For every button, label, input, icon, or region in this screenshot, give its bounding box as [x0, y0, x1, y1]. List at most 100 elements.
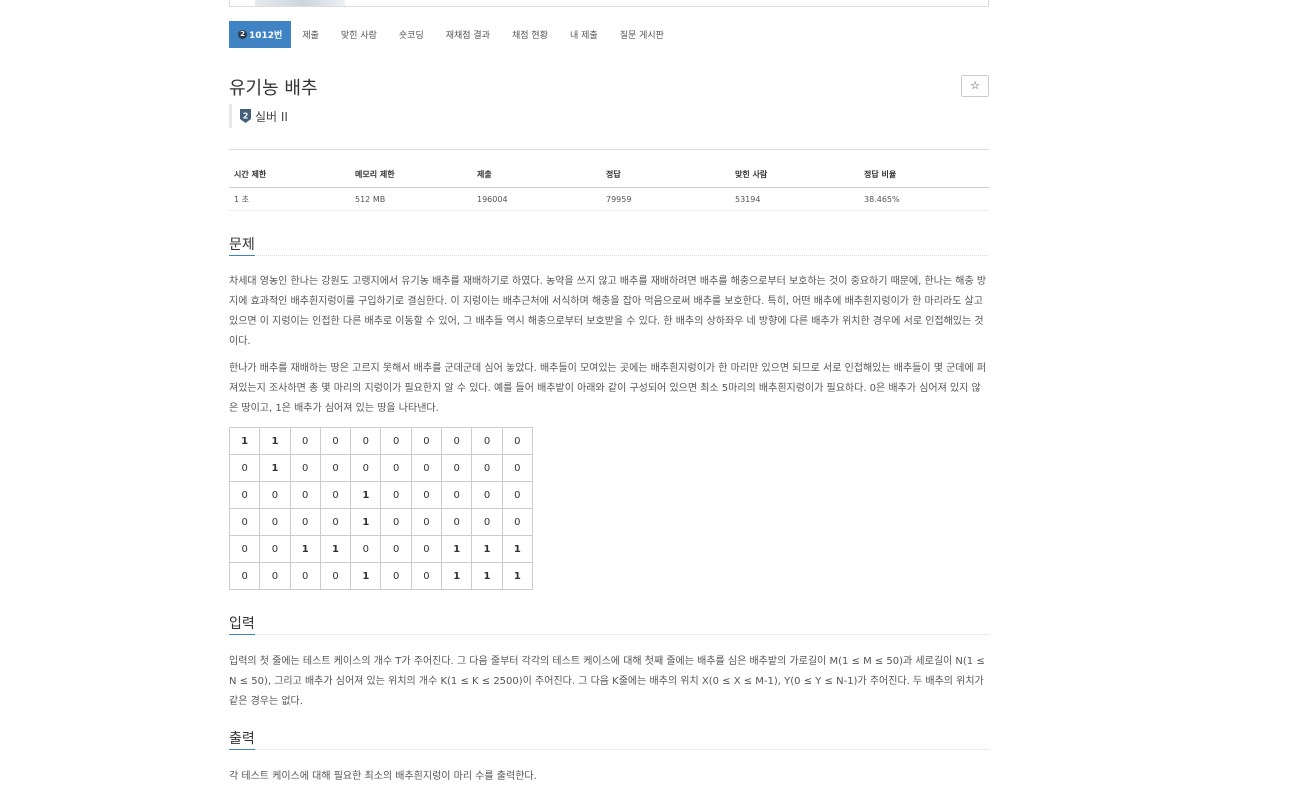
grid-cell: 0 [410, 427, 443, 455]
tier-label: 실버 II [255, 109, 288, 124]
problem-description-para1: 차세대 영농인 한나는 강원도 고랭지에서 유기농 배추를 재배하기로 하였다.… [229, 276, 987, 347]
problem-tier: 2 실버 II [229, 104, 288, 128]
grid-cell: 0 [228, 481, 261, 509]
grid-cell: 1 [259, 454, 291, 482]
info-value-solved-users: 53194 [730, 187, 859, 211]
grid-cell: 1 [350, 562, 382, 590]
grid-cell: 1 [471, 562, 503, 590]
info-value-row: 1 초 512 MB 196004 79959 53194 38.465% [229, 187, 989, 211]
grid-cell: 0 [319, 481, 352, 509]
nav-tab-submit[interactable]: 제출 [291, 21, 330, 48]
nav-tab-short-coding[interactable]: 숏코딩 [388, 21, 435, 48]
grid-cell: 0 [471, 508, 503, 536]
section-input-title: 입력 [229, 611, 255, 635]
grid-cell: 0 [501, 427, 533, 455]
grid-cell: 0 [380, 562, 412, 590]
section-problem-heading: 문제 [229, 232, 989, 256]
grid-row: 0011000111 [228, 535, 533, 563]
cabbage-field-grid: 1100000000010000000000001000000000100000… [228, 427, 533, 590]
nav-tab-rejudge-results[interactable]: 재채점 결과 [435, 21, 501, 48]
problem-description-para2: 한나가 배추를 재배하는 땅은 고르지 못해서 배추를 군데군데 심어 놓았다.… [229, 363, 987, 414]
info-value-accept-ratio: 38.465% [859, 187, 989, 211]
grid-cell: 0 [289, 562, 321, 590]
grid-cell: 0 [259, 535, 291, 563]
top-header-bar [229, 0, 989, 7]
grid-cell: 0 [289, 481, 321, 509]
nav-tab-problem-label: 1012번 [249, 31, 283, 41]
silver-tier-icon: 2 [240, 109, 251, 123]
grid-cell: 0 [259, 508, 291, 536]
grid-cell: 1 [319, 535, 352, 563]
grid-cell: 1 [228, 427, 261, 455]
grid-cell: 1 [350, 508, 382, 536]
grid-cell: 0 [350, 535, 382, 563]
grid-cell: 1 [289, 535, 321, 563]
nav-tab-solved-users[interactable]: 맞힌 사람 [330, 21, 388, 48]
grid-cell: 0 [380, 427, 412, 455]
problem-title: 유기농 배추 [229, 78, 318, 99]
section-output-heading: 출력 [229, 726, 989, 750]
grid-cell: 0 [441, 481, 473, 509]
grid-cell: 0 [350, 427, 382, 455]
grid-row: 1100000000 [228, 427, 533, 455]
info-value-accepted: 79959 [601, 187, 730, 211]
info-header-solved-users: 맞힌 사람 [730, 149, 859, 188]
info-header-accepted: 정답 [601, 149, 730, 188]
grid-cell: 1 [350, 481, 382, 509]
grid-cell: 1 [501, 562, 533, 590]
grid-cell: 0 [289, 427, 321, 455]
grid-cell: 1 [441, 535, 473, 563]
grid-row: 0000100111 [228, 562, 533, 590]
grid-cell: 0 [319, 454, 352, 482]
info-value-time-limit: 1 초 [229, 187, 350, 211]
grid-cell: 0 [441, 427, 473, 455]
favorite-star-button[interactable]: ☆ [961, 75, 989, 97]
grid-cell: 0 [289, 508, 321, 536]
grid-cell: 0 [228, 508, 261, 536]
problem-info-table: 시간 제한 메모리 제한 제출 정답 맞힌 사람 정답 비율 1 초 512 M… [229, 149, 989, 211]
grid-cell: 0 [380, 454, 412, 482]
section-output-title: 출력 [229, 726, 255, 750]
section-problem-title: 문제 [229, 232, 255, 256]
tier-icon-number: 2 [243, 112, 249, 121]
info-header-row: 시간 제한 메모리 제한 제출 정답 맞힌 사람 정답 비율 [229, 149, 989, 188]
grid-cell: 0 [319, 562, 352, 590]
grid-cell: 1 [501, 535, 533, 563]
problem-nav: 2 1012번 제출 맞힌 사람 숏코딩 재채점 결과 채점 현황 내 제출 질… [229, 21, 675, 48]
grid-cell: 0 [471, 481, 503, 509]
grid-cell: 1 [259, 427, 291, 455]
info-value-memory-limit: 512 MB [350, 187, 472, 211]
grid-cell: 0 [259, 481, 291, 509]
grid-row: 0000100000 [228, 481, 533, 509]
tier-badge-icon: 2 [238, 30, 247, 39]
grid-cell: 0 [289, 454, 321, 482]
grid-row: 0100000000 [228, 454, 533, 482]
info-header-time-limit: 시간 제한 [229, 149, 350, 188]
grid-cell: 0 [441, 454, 473, 482]
grid-cell: 0 [319, 508, 352, 536]
nav-tab-question-board[interactable]: 질문 게시판 [609, 21, 675, 48]
grid-cell: 1 [441, 562, 473, 590]
section-input-heading: 입력 [229, 611, 989, 635]
grid-cell: 0 [501, 481, 533, 509]
grid-cell: 1 [471, 535, 503, 563]
grid-cell: 0 [319, 427, 352, 455]
grid-cell: 0 [410, 481, 443, 509]
nav-tab-judge-status[interactable]: 채점 현황 [501, 21, 559, 48]
info-value-submissions: 196004 [472, 187, 601, 211]
nav-tab-my-submissions[interactable]: 내 제출 [559, 21, 609, 48]
grid-cell: 0 [471, 454, 503, 482]
grid-cell: 0 [380, 481, 412, 509]
grid-cell: 0 [259, 562, 291, 590]
grid-row: 0000100000 [228, 508, 533, 536]
grid-cell: 0 [410, 454, 443, 482]
grid-cell: 0 [228, 535, 261, 563]
site-logo-fragment[interactable] [255, 0, 345, 6]
grid-cell: 0 [380, 508, 412, 536]
grid-cell: 0 [410, 508, 443, 536]
info-header-accept-ratio: 정답 비율 [859, 149, 989, 188]
nav-tab-problem[interactable]: 2 1012번 [229, 21, 292, 48]
grid-cell: 0 [501, 508, 533, 536]
grid-cell: 0 [350, 454, 382, 482]
grid-cell: 0 [410, 535, 443, 563]
